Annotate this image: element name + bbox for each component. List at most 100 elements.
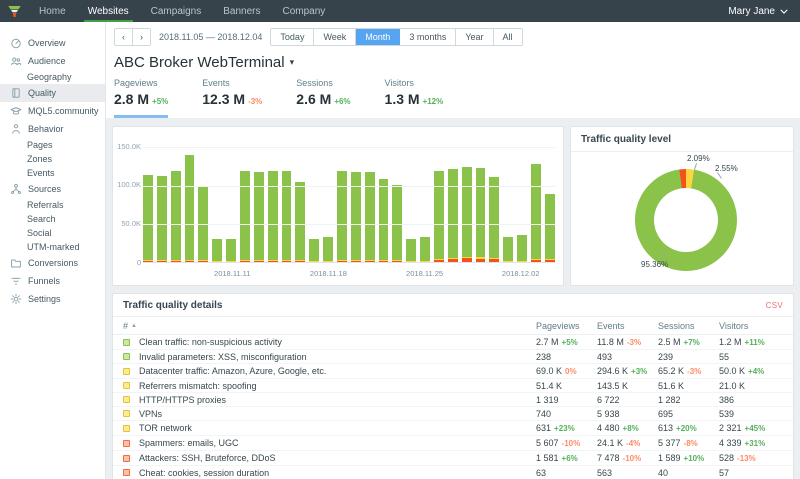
bar-2018.12.01[interactable]	[503, 137, 514, 263]
bar-2018.11.07[interactable]	[170, 137, 181, 263]
sidebar-item-label: Conversions	[28, 258, 79, 268]
y-axis-label: 100.0K	[117, 180, 141, 190]
bar-2018.11.21[interactable]	[364, 137, 375, 263]
bar-2018.11.30[interactable]	[489, 137, 500, 263]
sidebar-item-social[interactable]: Social	[0, 226, 105, 240]
sidebar-item-quality[interactable]: Quality	[0, 84, 105, 102]
bar-2018.11.16[interactable]	[295, 137, 306, 263]
column-header-pageviews: Pageviews	[536, 321, 597, 331]
folder-icon	[10, 257, 22, 269]
row-label: Invalid parameters: XSS, misconfiguratio…	[139, 351, 307, 362]
bar-2018.11.11[interactable]	[226, 137, 237, 263]
metric-events[interactable]: Events 12.3 M -3%	[202, 78, 262, 118]
site-selector[interactable]: ABC Broker WebTerminal ▾	[114, 54, 792, 71]
bar-2018.11.23[interactable]	[392, 137, 403, 263]
period-button-year[interactable]: Year	[456, 29, 494, 45]
x-axis-slot	[459, 269, 473, 279]
donut-chart: 2.09% 2.55% 95.36%	[571, 152, 793, 282]
cell-value: 51.6 K	[658, 380, 685, 391]
cell-events: 5 938	[597, 409, 658, 419]
sidebar-item-utm-marked[interactable]: UTM-marked	[0, 240, 105, 254]
nav-item-campaigns[interactable]: Campaigns	[140, 0, 213, 22]
column-header-label: Pageviews	[536, 321, 580, 331]
cell-value: 631	[536, 422, 552, 433]
user-menu[interactable]: Mary Jane	[728, 0, 800, 22]
sidebar-item-geography[interactable]: Geography	[0, 70, 105, 84]
cell-sessions: 1 589 +10%	[658, 453, 719, 464]
table-body: Clean traffic: non-suspicious activity 2.…	[113, 335, 793, 479]
bar-2018.12.03[interactable]	[531, 137, 541, 263]
bar-2018.11.18[interactable]	[323, 137, 334, 263]
bar-2018.11.13[interactable]	[253, 137, 264, 263]
prev-period-button[interactable]: ‹	[115, 29, 133, 45]
sidebar-item-funnels[interactable]: Funnels	[0, 272, 105, 290]
bar-2018.12.04[interactable]	[544, 137, 555, 263]
x-axis-slot	[445, 269, 459, 279]
bar-2018.11.24[interactable]	[406, 137, 417, 263]
nav-item-home[interactable]: Home	[28, 0, 77, 22]
nav-item-company[interactable]: Company	[271, 0, 336, 22]
sidebar-item-sources[interactable]: Sources	[0, 180, 105, 198]
bar-2018.11.19[interactable]	[337, 137, 347, 263]
row-label-cell: Invalid parameters: XSS, misconfiguratio…	[123, 352, 536, 362]
bar-2018.11.25[interactable]	[420, 137, 431, 263]
sidebar-item-settings[interactable]: Settings	[0, 290, 105, 308]
row-label: Cheat: cookies, session duration	[139, 467, 270, 478]
sidebar-item-overview[interactable]: Overview	[0, 34, 105, 52]
cell-change: +5%	[561, 337, 578, 347]
sidebar-item-audience[interactable]: Audience	[0, 52, 105, 70]
bar-segment-clean-traffic	[461, 166, 472, 257]
period-button-3-months[interactable]: 3 months	[400, 29, 457, 45]
sidebar-item-conversions[interactable]: Conversions	[0, 254, 105, 272]
cell-value: 539	[719, 408, 735, 419]
sidebar-item-zones[interactable]: Zones	[0, 152, 105, 166]
bar-2018.11.15[interactable]	[281, 137, 292, 263]
sidebar-item-mql5-community[interactable]: MQL5.community	[0, 102, 105, 120]
next-period-button[interactable]: ›	[133, 29, 150, 45]
period-button-week[interactable]: Week	[314, 29, 357, 45]
period-button-all[interactable]: All	[493, 29, 522, 45]
column-header-sessions: Sessions	[658, 321, 719, 331]
bar-2018.11.10[interactable]	[212, 137, 223, 263]
bar-2018.11.17[interactable]	[309, 137, 320, 263]
bar-2018.11.08[interactable]	[184, 137, 195, 263]
x-axis-slot	[541, 269, 555, 279]
sidebar-item-referrals[interactable]: Referrals	[0, 198, 105, 212]
sidebar-item-events[interactable]: Events	[0, 166, 105, 180]
top-nav: Home Websites Campaigns Banners Company Mary…	[0, 0, 800, 22]
cell-change: +7%	[683, 337, 700, 347]
bar-2018.11.26[interactable]	[434, 137, 444, 263]
bar-2018.11.09[interactable]	[198, 137, 209, 263]
x-axis-slot	[363, 269, 377, 279]
period-button-month[interactable]: Month	[356, 29, 401, 45]
metric-pageviews[interactable]: Pageviews 2.8 M +5%	[114, 78, 169, 118]
row-label-cell: Datacenter traffic: Amazon, Azure, Googl…	[123, 366, 536, 376]
nav-item-websites[interactable]: Websites	[77, 0, 140, 22]
date-toolbar: ‹ › 2018.11.05 — 2018.12.04 Today Week Mon…	[114, 28, 792, 46]
bar-2018.11.12[interactable]	[240, 137, 250, 263]
bar-2018.11.06[interactable]	[156, 137, 167, 263]
sidebar-item-pages[interactable]: Pages	[0, 138, 105, 152]
bar-2018.11.29[interactable]	[475, 137, 486, 263]
sidebar-item-label: Geography	[27, 72, 72, 82]
bar-2018.11.27[interactable]	[447, 137, 458, 263]
nav-item-banners[interactable]: Banners	[212, 0, 271, 22]
bar-2018.11.05[interactable]	[143, 137, 153, 263]
period-button-today[interactable]: Today	[271, 29, 315, 45]
bar-2018.11.22[interactable]	[378, 137, 389, 263]
bar-segment-clean-traffic	[378, 179, 389, 260]
cell-events: 294.6 K +3%	[597, 366, 658, 377]
metric-sessions[interactable]: Sessions 2.6 M +6%	[296, 78, 350, 118]
metric-value-row: 12.3 M -3%	[202, 91, 262, 109]
row-label-cell: Clean traffic: non-suspicious activity	[123, 337, 536, 347]
bar-2018.11.20[interactable]	[350, 137, 361, 263]
csv-export-link[interactable]: CSV	[766, 301, 783, 310]
sidebar-item-search[interactable]: Search	[0, 212, 105, 226]
bar-2018.11.14[interactable]	[267, 137, 278, 263]
metric-visitors[interactable]: Visitors 1.3 M +12%	[385, 78, 444, 118]
date-range[interactable]: 2018.11.05 — 2018.12.04	[159, 32, 262, 42]
bar-2018.12.02[interactable]	[517, 137, 528, 263]
sidebar-item-behavior[interactable]: Behavior	[0, 120, 105, 138]
column-header-[interactable]: # ▲	[123, 321, 536, 331]
bar-2018.11.28[interactable]	[461, 137, 472, 263]
